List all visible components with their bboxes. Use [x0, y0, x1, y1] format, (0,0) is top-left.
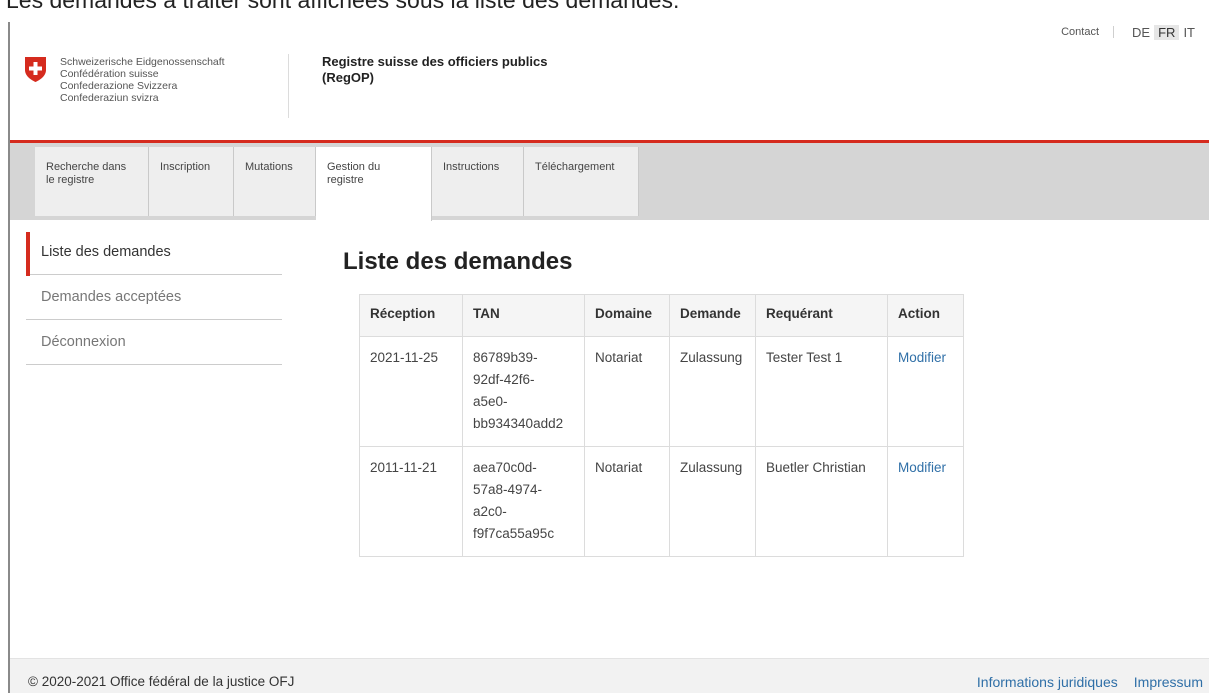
column-header-tan: TAN — [462, 294, 585, 337]
federation-name-it: Confederazione Svizzera — [60, 80, 178, 92]
tan-part: 86789b39- — [473, 350, 538, 365]
page-title: Liste des demandes — [343, 248, 573, 275]
impressum-link[interactable]: Impressum — [1134, 674, 1203, 690]
cell-tan: aea70c0d- 57a8-4974- a2c0- f9f7ca55a95c — [462, 446, 585, 557]
caption-text: Les demandes à traiter sont affichées so… — [6, 0, 680, 13]
site-header: Contact DE FR IT Schweizerische Eidgenos… — [10, 22, 1209, 140]
tab-telechargement[interactable]: Téléchargement — [524, 147, 639, 216]
copyright-text: © 2020-2021 Office fédéral de la justice… — [28, 674, 295, 689]
tab-label: Recherche dans — [46, 161, 127, 173]
table-row: 2011-11-21 aea70c0d- 57a8-4974- a2c0- f9… — [359, 446, 964, 557]
tan-part: aea70c0d- — [473, 460, 537, 475]
requests-table: Réception TAN Domaine Demande Requérant … — [359, 294, 964, 557]
federation-names: Schweizerische Eidgenossenschaft Confédé… — [60, 56, 225, 104]
cell-demande: Zulassung — [669, 446, 756, 557]
sidebar-item-demandes-acceptees[interactable]: Demandes acceptées — [26, 275, 282, 320]
cell-domaine: Notariat — [584, 336, 670, 447]
tab-mutations[interactable]: Mutations — [234, 147, 316, 216]
cell-tan: 86789b39- 92df-42f6- a5e0- bb934340add2 — [462, 336, 585, 447]
nav-tab-list: Recherche dans le registre Inscription M… — [35, 147, 639, 221]
main-navigation: Recherche dans le registre Inscription M… — [10, 143, 1209, 221]
sidebar: Liste des demandes Demandes acceptées Dé… — [26, 230, 282, 365]
federation-name-fr: Confédération suisse — [60, 68, 159, 80]
tab-label: Téléchargement — [535, 161, 615, 173]
column-header-action: Action — [887, 294, 964, 337]
tab-label: Gestion du — [327, 161, 381, 173]
header-divider — [288, 54, 289, 118]
tab-instructions[interactable]: Instructions — [432, 147, 524, 216]
sidebar-item-deconnexion[interactable]: Déconnexion — [26, 320, 282, 365]
federal-logo[interactable]: Schweizerische Eidgenossenschaft Confédé… — [24, 56, 225, 104]
tab-label: Mutations — [245, 161, 293, 173]
tab-gestion-du-registre[interactable]: Gestion du registre — [316, 147, 432, 221]
tab-label: registre — [327, 174, 364, 186]
lang-de-link[interactable]: DE — [1128, 25, 1154, 40]
informations-juridiques-link[interactable]: Informations juridiques — [977, 674, 1118, 690]
tan-part: 57a8-4974- — [473, 482, 543, 497]
column-header-reception: Réception — [359, 294, 463, 337]
cell-action: Modifier — [887, 446, 964, 557]
cell-requerant: Tester Test 1 — [755, 336, 888, 447]
tan-part: a5e0- — [473, 394, 508, 409]
tan-part: 92df-42f6- — [473, 372, 535, 387]
modifier-link[interactable]: Modifier — [898, 350, 946, 365]
tan-part: a2c0- — [473, 504, 507, 519]
tab-label: le registre — [46, 174, 95, 186]
contact-link[interactable]: Contact — [1061, 26, 1115, 38]
table-row: 2021-11-25 86789b39- 92df-42f6- a5e0- bb… — [359, 336, 964, 447]
site-footer: © 2020-2021 Office fédéral de la justice… — [10, 658, 1209, 693]
table-header-row: Réception TAN Domaine Demande Requérant … — [359, 294, 964, 337]
tan-part: bb934340add2 — [473, 416, 564, 431]
cell-reception: 2011-11-21 — [359, 446, 463, 557]
federation-name-rm: Confederaziun svizra — [60, 92, 159, 104]
lang-it-link[interactable]: IT — [1179, 25, 1199, 40]
modifier-link[interactable]: Modifier — [898, 460, 946, 475]
column-header-demande: Demande — [669, 294, 756, 337]
swiss-shield-icon — [24, 56, 47, 83]
cell-domaine: Notariat — [584, 446, 670, 557]
tab-inscription[interactable]: Inscription — [149, 147, 234, 216]
sidebar-item-liste-des-demandes[interactable]: Liste des demandes — [26, 230, 282, 276]
app-title[interactable]: Registre suisse des officiers publics (R… — [322, 54, 592, 86]
cell-reception: 2021-11-25 — [359, 336, 463, 447]
app-title-line2: (RegOP) — [322, 70, 374, 85]
tab-label: Inscription — [160, 161, 211, 173]
footer-links: Informations juridiques Impressum — [977, 674, 1203, 690]
federation-name-de: Schweizerische Eidgenossenschaft — [60, 56, 225, 68]
tab-recherche[interactable]: Recherche dans le registre — [35, 147, 149, 216]
cell-demande: Zulassung — [669, 336, 756, 447]
column-header-domaine: Domaine — [584, 294, 670, 337]
tab-label: Instructions — [443, 161, 500, 173]
meta-navigation: Contact DE FR IT — [1061, 22, 1199, 42]
lang-fr-link[interactable]: FR — [1154, 24, 1180, 40]
app-title-line1: Registre suisse des officiers publics — [322, 54, 548, 69]
cell-requerant: Buetler Christian — [755, 446, 888, 557]
tan-part: f9f7ca55a95c — [473, 526, 555, 541]
cell-action: Modifier — [887, 336, 964, 447]
column-header-requerant: Requérant — [755, 294, 888, 337]
